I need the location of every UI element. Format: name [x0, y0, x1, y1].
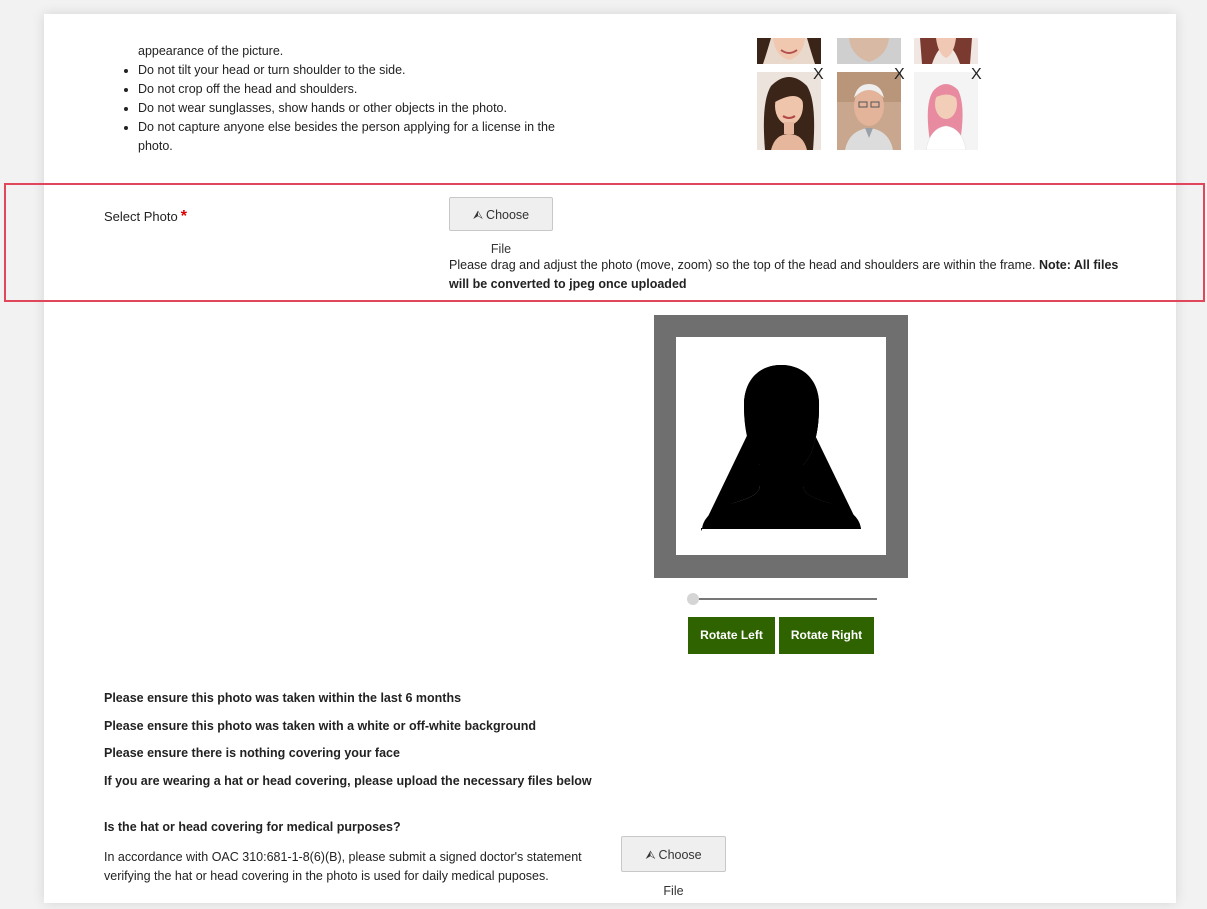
select-photo-label-text: Select Photo — [104, 209, 178, 224]
rules-list: Do not tilt your head or turn shoulder t… — [118, 61, 588, 156]
rule-item: Do not capture anyone else besides the p… — [138, 118, 588, 156]
zoom-slider-thumb[interactable] — [687, 593, 699, 605]
medical-instructions: In accordance with OAC 310:681-1-8(6)(B)… — [104, 850, 582, 883]
example-photo-top-2 — [837, 38, 901, 64]
requirement-line: Please ensure this photo was taken with … — [104, 719, 537, 733]
requirement-line: If you are wearing a hat or head coverin… — [104, 774, 592, 788]
photo-crop-frame[interactable] — [654, 315, 908, 578]
upload-instructions-text: Please drag and adjust the photo (move, … — [449, 258, 1039, 272]
example-photo-1 — [757, 72, 821, 150]
select-photo-label: Select Photo * — [104, 208, 187, 226]
rotate-left-button[interactable]: Rotate Left — [688, 617, 775, 654]
upload-icon: ⮙ — [472, 208, 484, 222]
example-photos: X X X — [757, 38, 997, 153]
example-photo-3 — [914, 72, 978, 150]
rotate-right-button[interactable]: Rotate Right — [779, 617, 874, 654]
reject-x-icon: X — [894, 66, 905, 83]
zoom-slider-track[interactable] — [693, 598, 877, 600]
rule-item: Do not tilt your head or turn shoulder t… — [138, 61, 588, 80]
example-photo-2 — [837, 72, 901, 150]
example-photo-top-3 — [914, 38, 978, 64]
rule-item: Do not wear sunglasses, show hands or ot… — [138, 99, 588, 118]
reject-x-icon: X — [971, 66, 982, 83]
photo-rules: appearance of the picture. Do not tilt y… — [118, 42, 588, 156]
photo-preview[interactable] — [676, 337, 886, 555]
requirement-line: Please ensure there is nothing covering … — [104, 746, 400, 760]
person-silhouette-icon — [701, 365, 861, 531]
reject-x-icon: X — [813, 66, 824, 83]
upload-icon: ⮙ — [645, 848, 656, 862]
medical-question: Is the hat or head covering for medical … — [104, 820, 401, 834]
required-asterisk: * — [180, 208, 187, 225]
rule-item: Do not crop off the head and shoulders. — [138, 80, 588, 99]
upload-instructions: Please drag and adjust the photo (move, … — [449, 256, 1139, 294]
zoom-slider[interactable] — [687, 592, 877, 608]
medical-choose-file-button[interactable]: ⮙ Choose File — [621, 836, 726, 898]
rules-continuation: appearance of the picture. — [138, 44, 284, 58]
choose-file-button[interactable]: ⮙ Choose File — [449, 197, 553, 256]
requirement-line: Please ensure this photo was taken withi… — [104, 691, 462, 705]
example-photo-top-1 — [757, 38, 821, 64]
